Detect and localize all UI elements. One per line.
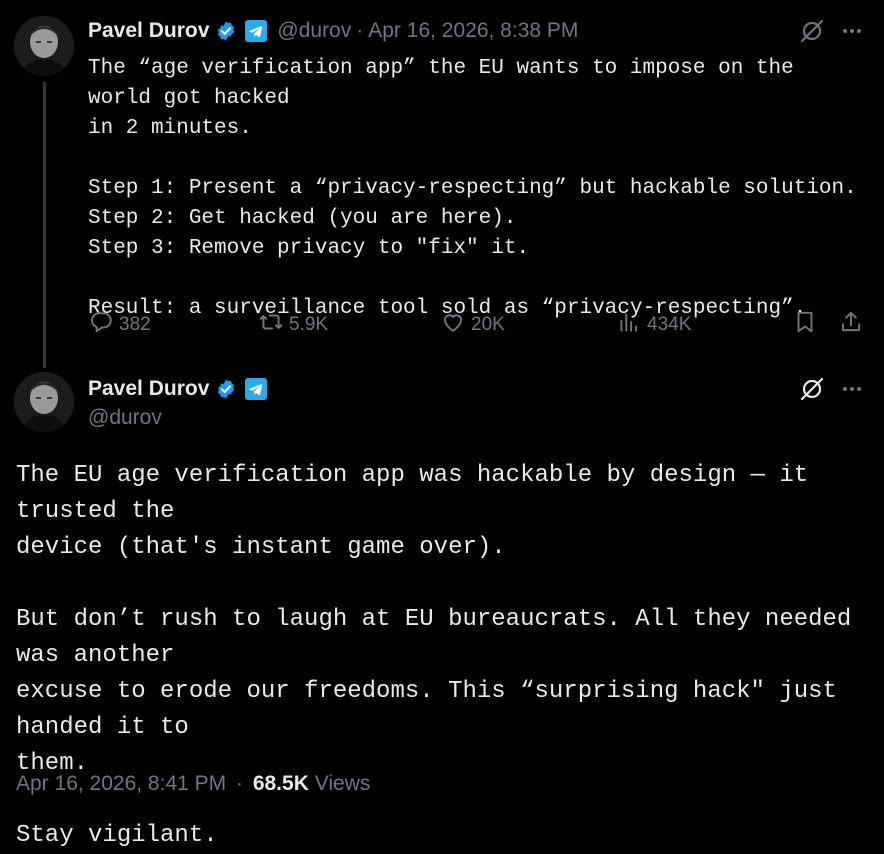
repost-count: 5.9K [289, 314, 329, 335]
grok-icon[interactable] [796, 16, 828, 46]
tweet1-header: Pavel Durov @durov · Apr 16, 2026, 8:38 … [88, 16, 578, 46]
telegram-icon[interactable] [245, 20, 268, 42]
telegram-icon[interactable] [245, 378, 268, 400]
tweet-actions-bar: 382 5.9K 20K 434K [88, 308, 868, 342]
reply-icon [88, 309, 119, 341]
reply-button[interactable]: 382 [88, 308, 151, 342]
reply-count: 382 [119, 314, 151, 335]
tweet-timestamp[interactable]: Apr 16, 2026, 8:38 PM [368, 19, 578, 43]
like-button[interactable]: 20K [440, 308, 505, 342]
thread-connector-line [43, 82, 46, 368]
views-icon [616, 309, 647, 341]
bookmark-button[interactable] [792, 308, 823, 342]
verified-badge-icon[interactable] [215, 378, 237, 400]
verified-badge-icon[interactable] [215, 20, 237, 42]
more-icon[interactable] [836, 16, 868, 46]
bookmark-icon [792, 309, 823, 341]
separator-dot: · [356, 19, 364, 42]
separator-dot: · [235, 772, 243, 795]
avatar[interactable] [14, 372, 74, 432]
tweet-timestamp[interactable]: Apr 16, 2026, 8:41 PM [16, 772, 226, 795]
tweet-metadata: Apr 16, 2026, 8:41 PM · 68.5K Views [16, 772, 370, 796]
author-name[interactable]: Pavel Durov [88, 377, 209, 401]
tweet2-header: Pavel Durov [88, 374, 268, 404]
author-name[interactable]: Pavel Durov [88, 19, 209, 43]
views-button[interactable]: 434K [616, 308, 691, 342]
repost-icon [258, 309, 289, 341]
author-handle[interactable]: @durov [88, 406, 162, 430]
like-count: 20K [471, 314, 505, 335]
more-icon[interactable] [836, 374, 868, 404]
tweet-text: The “age verification app” the EU wants … [88, 57, 857, 320]
views-label: Views [314, 772, 371, 795]
grok-icon[interactable] [796, 374, 828, 404]
author-handle[interactable]: @durov [277, 19, 351, 43]
repost-button[interactable]: 5.9K [258, 308, 328, 342]
views-count: 434K [647, 314, 692, 335]
avatar[interactable] [14, 16, 74, 76]
share-button[interactable] [838, 308, 869, 342]
share-icon [838, 309, 869, 341]
views-count[interactable]: 68.5K [253, 772, 309, 795]
like-icon [440, 309, 471, 341]
